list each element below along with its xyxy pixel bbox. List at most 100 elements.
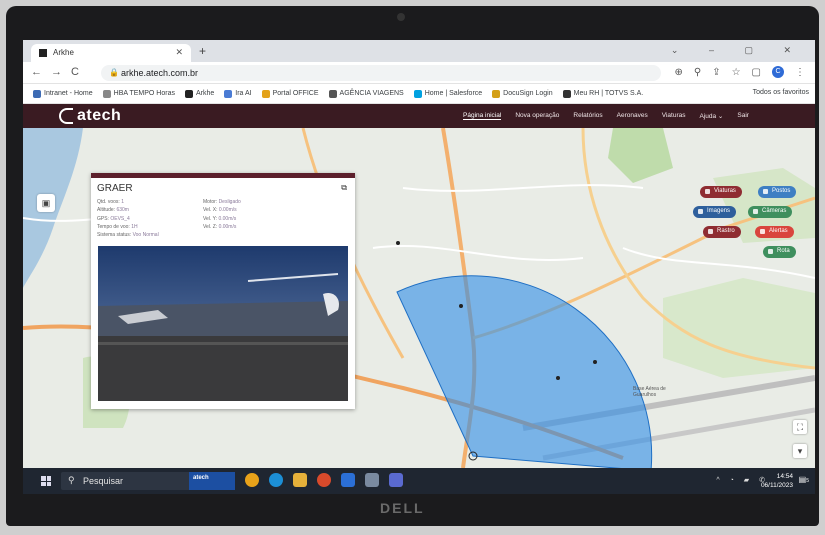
bookmark-favicon-icon: [102, 89, 111, 98]
park-area: [663, 278, 815, 378]
imagens-button[interactable]: Imagens: [693, 206, 737, 218]
zoom-icon[interactable]: ⚲: [694, 67, 701, 78]
app-nav-item[interactable]: Sair: [737, 112, 749, 120]
screen: Arkhe ✕ + ⌄ – ▢ ✕ ← → C 🔒 arkhe.atech.co…: [23, 40, 815, 494]
arkhe-favicon-icon: [39, 49, 47, 57]
popup-field: Tempo de voo: 1H: [97, 223, 138, 230]
tab-title: Arkhe: [53, 48, 74, 57]
app-icon[interactable]: [365, 473, 379, 487]
atech-logo[interactable]: atech: [59, 107, 121, 125]
map-poi-marker[interactable]: [556, 376, 560, 380]
popup-expand-icon[interactable]: ⧉: [341, 183, 347, 193]
app-nav-item[interactable]: Ajuda ⌄: [699, 112, 723, 120]
alertas-button[interactable]: Alertas: [755, 226, 794, 238]
popup-field: Qtd. voos: 1: [97, 199, 124, 205]
dell-logo: DELL: [380, 500, 425, 516]
popup-field: Vel. X: 0.00m/s: [203, 207, 237, 214]
url-text: arkhe.atech.com.br: [121, 68, 199, 78]
menu-kebab-icon[interactable]: ⋮: [795, 67, 805, 78]
profile-avatar-icon[interactable]: C: [772, 66, 784, 78]
windows-start-icon[interactable]: [41, 476, 51, 486]
file-explorer-icon[interactable]: [293, 473, 307, 487]
window-controls[interactable]: ⌄ – ▢ ✕: [671, 45, 805, 56]
lock-icon: 🔒: [109, 68, 119, 77]
browser-tab[interactable]: Arkhe ✕: [31, 44, 191, 62]
bookmark-item[interactable]: Home | Salesforce: [413, 89, 482, 98]
app-nav-item[interactable]: Nova operação: [515, 112, 559, 120]
bookmark-favicon-icon: [562, 89, 571, 98]
fullscreen-icon[interactable]: ⛶: [793, 420, 807, 434]
reload-icon[interactable]: C: [71, 66, 79, 78]
bookmark-favicon-icon: [33, 89, 41, 98]
map-poi-marker[interactable]: [593, 360, 597, 364]
app-nav-item[interactable]: Página inicial: [463, 112, 502, 120]
address-bar: ← → C 🔒 arkhe.atech.com.br ⊕ ⚲ ⇪ ☆ ▢ C ⋮: [23, 62, 815, 84]
taskbar-atech-app[interactable]: atech: [189, 472, 235, 490]
cameras-button[interactable]: Câmeras: [748, 206, 793, 218]
popup-field: Vel. Z: 0.00m/s: [203, 223, 237, 230]
road: [372, 244, 584, 262]
popup-field: Vel. Y: 0.00m/s: [203, 215, 237, 222]
aircraft-info-popup: GRAER ⧉ Qtd. voos: 1 Altitude: 630m GPS: O…: [91, 173, 355, 409]
windows-taskbar: ⚲ Pesquisar atech ^ ◔ ▰ ✆ 14:54 06/11/20…: [23, 468, 815, 494]
bookmark-favicon-icon: [261, 89, 270, 98]
app-nav-item[interactable]: Viaturas: [662, 112, 686, 120]
popup-left-fields: Qtd. voos: 1 Altitude: 630m GPS: OEVS_4 Tem…: [97, 198, 159, 239]
edge-icon[interactable]: [269, 473, 283, 487]
bookmark-favicon-icon: [184, 89, 193, 98]
browser-tab-bar: Arkhe ✕ + ⌄ – ▢ ✕: [23, 40, 815, 62]
translate-icon[interactable]: ⊕: [674, 67, 682, 78]
park-area: [608, 128, 673, 183]
popup-header-bar: [91, 173, 355, 178]
app-nav-item[interactable]: Aeronaves: [617, 112, 648, 120]
popup-field: GPS: OEVS_4: [97, 215, 130, 222]
rastro-button[interactable]: Rastro: [703, 226, 741, 238]
app-icon[interactable]: [317, 473, 331, 487]
forward-icon[interactable]: →: [51, 66, 62, 78]
search-icon: ⚲: [68, 475, 75, 485]
map-poi-marker[interactable]: [459, 304, 463, 308]
close-tab-icon[interactable]: ✕: [175, 47, 183, 58]
chrome-icon[interactable]: [245, 473, 259, 487]
rota-button[interactable]: Rota: [763, 246, 796, 258]
popup-field: Altitude: 630m: [97, 207, 129, 214]
bookmark-item[interactable]: Intranet - Home: [33, 89, 93, 98]
url-input[interactable]: 🔒 arkhe.atech.com.br: [101, 65, 661, 81]
popup-title: GRAER: [97, 183, 133, 194]
bookmark-item[interactable]: Ira AI: [224, 89, 252, 98]
bookmark-item[interactable]: Portal OFFICE: [261, 89, 319, 98]
coverage-sector[interactable]: [396, 275, 653, 468]
video-frame: [98, 273, 348, 401]
bookmark-item[interactable]: Arkhe: [184, 89, 214, 98]
popup-field: Motor: Desligado: [203, 199, 241, 205]
new-tab-button[interactable]: +: [199, 44, 206, 58]
camera-video-feed[interactable]: [98, 246, 348, 401]
map-poi-marker[interactable]: [396, 241, 400, 245]
app-nav: Página inicial Nova operação Relatórios Aer…: [463, 112, 749, 120]
postos-button[interactable]: Postos: [758, 186, 797, 198]
bookmark-star-icon[interactable]: ☆: [732, 67, 741, 78]
app-header: atech Página inicial Nova operação Relatór…: [23, 104, 815, 128]
sidepanel-icon[interactable]: ▢: [752, 67, 761, 78]
share-icon[interactable]: ⇪: [712, 67, 720, 78]
notification-icon[interactable]: ▤5: [799, 475, 809, 484]
bookmark-item[interactable]: DocuSign Login: [492, 89, 553, 98]
webcam: [397, 13, 405, 21]
taskbar-search-input[interactable]: ⚲ Pesquisar: [61, 472, 201, 490]
bookmark-item[interactable]: AGÊNCIA VIAGENS: [328, 89, 404, 98]
all-bookmarks-folder[interactable]: Todos os favoritos: [753, 89, 809, 96]
airport-label: Base Aérea de Guarulhos: [633, 386, 666, 398]
back-icon[interactable]: ←: [31, 66, 42, 78]
popup-right-fields: Motor: Desligado Vel. X: 0.00m/s Vel. Y: 0…: [203, 198, 241, 231]
bookmark-item[interactable]: Meu RH | TOTVS S.A.: [562, 89, 643, 98]
app-nav-item[interactable]: Relatórios: [573, 112, 602, 120]
street-view-icon[interactable]: ▾: [793, 444, 807, 458]
bookmark-favicon-icon: [492, 89, 501, 98]
atech-logo-icon: [59, 108, 73, 124]
viaturas-button[interactable]: Viaturas: [700, 186, 742, 198]
bookmark-item[interactable]: HBA TEMPO Horas: [102, 89, 175, 98]
teams-icon[interactable]: [389, 473, 403, 487]
taskbar-clock[interactable]: 14:54 06/11/2023: [761, 472, 793, 490]
outlook-icon[interactable]: [341, 473, 355, 487]
map-layers-icon[interactable]: ▣: [37, 194, 55, 212]
